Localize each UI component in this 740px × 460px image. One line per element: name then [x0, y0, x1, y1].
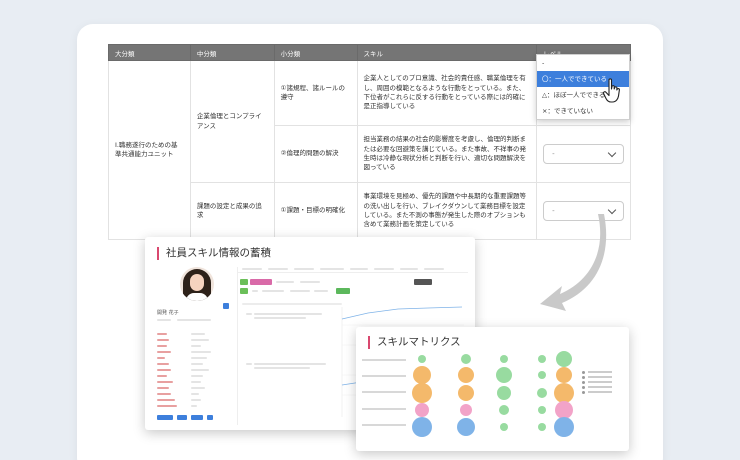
- mid-category: 課題の設定と成果の追求: [189, 182, 275, 240]
- header-skill: スキル: [356, 44, 538, 61]
- curved-arrow-icon: [540, 214, 607, 311]
- skill-description: 担当業務の結果の社会的影響度を考慮し、倫理的判断または必要な回避策を講じている。…: [356, 125, 538, 183]
- sub-category: ①諸規程、諸ルールの遵守: [273, 60, 358, 126]
- header-sub: 小分類: [273, 44, 358, 61]
- mid-category: 企業倫理とコンプライアンス: [189, 60, 275, 183]
- plus-icon: [223, 303, 229, 309]
- major-category: Ⅰ.職務遂行のための基準共通能力ユニット: [108, 60, 191, 240]
- level-cell: -: [536, 125, 631, 183]
- panel-title: スキルマトリクス: [368, 336, 461, 349]
- level-select-value: -: [552, 149, 555, 158]
- pointing-hand-icon: [602, 78, 620, 103]
- sub-category: ②倫理的問題の解決: [273, 125, 358, 183]
- employee-name: 開発 花子: [157, 310, 179, 316]
- dropdown-option[interactable]: ×：できていない: [537, 103, 629, 119]
- sub-category: ①課題・目標の明確化: [273, 182, 358, 240]
- dropdown-option[interactable]: -: [537, 55, 629, 71]
- skill-description: 事業環境を見極め、優先的課題や中長期的な重要課題等の洗い出しを行い、ブレイクダウ…: [356, 182, 538, 240]
- level-select[interactable]: -: [543, 144, 624, 164]
- panel-title: 社員スキル情報の蓄積: [157, 247, 271, 260]
- header-major: 大分類: [108, 44, 191, 61]
- skill-description: 企業人としてのプロ意識、社会的責任感、職業倫理を有し、周囲の模範となるような行動…: [356, 60, 538, 126]
- avatar: [180, 267, 214, 301]
- chevron-down-icon: [607, 148, 617, 157]
- header-mid: 中分類: [189, 44, 275, 61]
- matrix-panel: スキルマトリクス: [356, 327, 629, 451]
- skill-matrix-bubble-chart: [412, 351, 574, 437]
- profile-sidebar: 開発 花子: [157, 267, 237, 427]
